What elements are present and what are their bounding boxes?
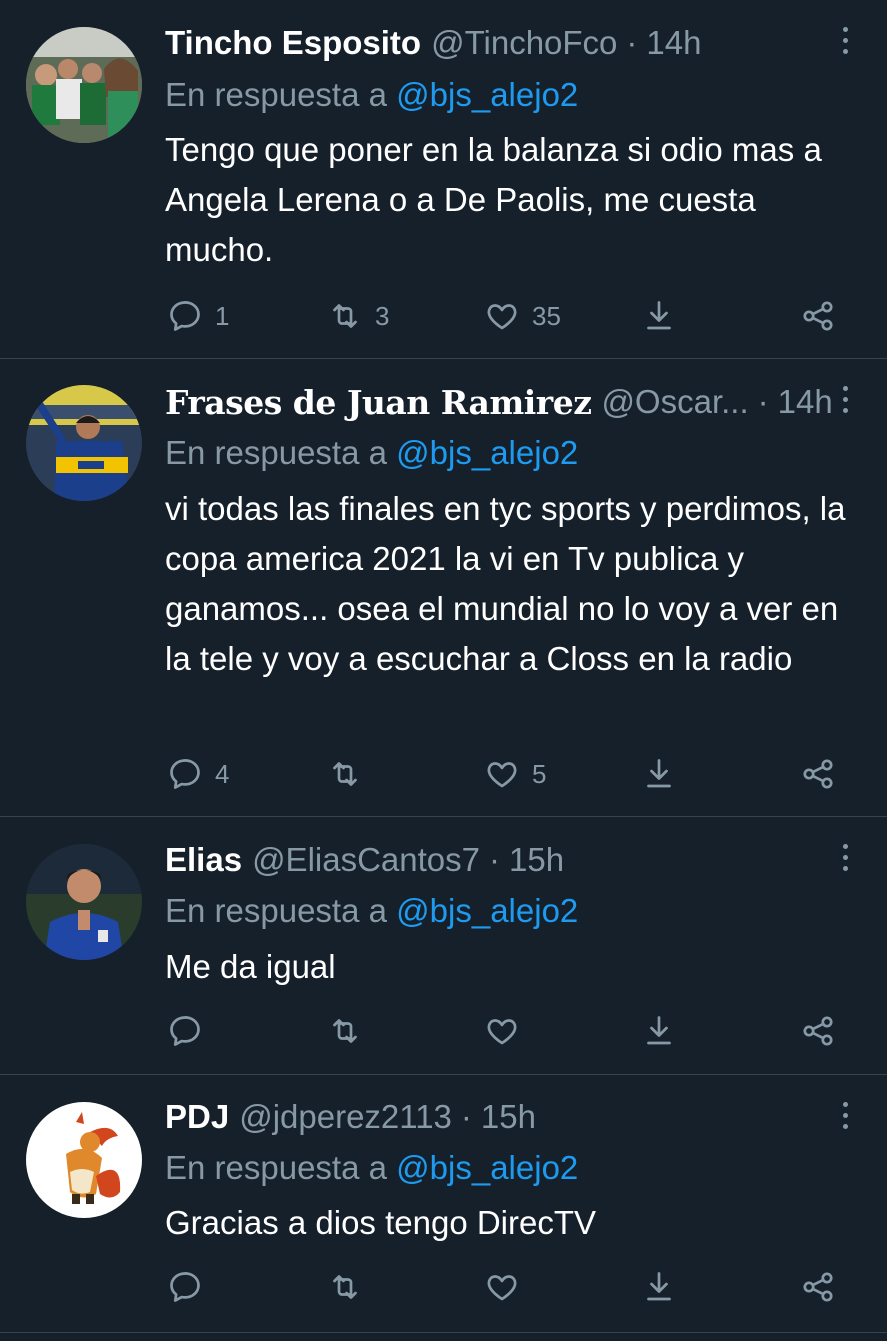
avatar[interactable] [26,27,142,143]
action-bar [0,1011,887,1051]
mention-link[interactable]: @bjs_alejo2 [396,434,578,471]
tweet-text: Me da igual [165,948,336,985]
user-handle[interactable]: @TinchoFco [431,24,617,62]
reply-button[interactable]: 4 [167,754,229,794]
reply-prefix: En respuesta a [165,1149,387,1186]
tweet-text: Tengo que poner en la balanza si odio ma… [165,131,822,268]
reply-button[interactable] [167,1011,203,1051]
mention-link[interactable]: @bjs_alejo2 [396,1149,578,1186]
tweet-header: PDJ @jdperez2113 · 15h [165,1092,831,1142]
more-vertical-icon[interactable] [833,379,857,419]
display-name[interactable]: Tincho Esposito [165,24,421,62]
tweet[interactable]: Frases de Juan Ramirez @Oscar... · 14h E… [0,359,887,817]
tweet-text: vi todas las finales en tyc sports y per… [165,490,846,677]
more-vertical-icon[interactable] [833,20,857,60]
like-button[interactable] [484,1267,520,1307]
tweet-header: Elias @EliasCantos7 · 15h [165,835,831,885]
download-arrow-icon [647,1272,671,1301]
reply-prefix: En respuesta a [165,892,387,929]
retweet-icon [333,304,357,328]
tweet-text: Gracias a dios tengo DirecTV [165,1204,597,1241]
retweet-button[interactable] [327,754,375,794]
like-count: 5 [532,758,547,789]
tweet[interactable]: Elias @EliasCantos7 · 15h En respuesta a… [0,817,887,1075]
mention-link[interactable]: @bjs_alejo2 [396,76,578,113]
reply-prefix: En respuesta a [165,434,387,471]
speech-bubble-icon [170,1016,200,1046]
tweet[interactable]: PDJ @jdperez2113 · 15h En respuesta a @b… [0,1075,887,1333]
retweet-button[interactable] [327,1267,363,1307]
download-arrow-icon [647,1016,671,1045]
user-handle[interactable]: @EliasCantos7 [252,841,480,879]
like-count: 35 [532,300,561,331]
download-arrow-icon [647,759,671,788]
speech-bubble-icon [170,301,200,331]
share-icon [803,301,833,331]
display-name[interactable]: Elias [165,841,242,879]
share-icon [803,759,833,789]
separator: · [460,1098,472,1135]
user-handle[interactable]: @Oscar... [601,383,748,421]
avatar[interactable] [26,1102,142,1218]
share-button[interactable] [641,754,677,794]
reply-button[interactable]: 1 [167,296,229,336]
like-button[interactable]: 35 [484,296,561,336]
share-network-button[interactable] [800,754,836,794]
share-button[interactable] [641,1011,677,1051]
timestamp[interactable]: 15h [509,841,564,879]
speech-bubble-icon [170,759,200,789]
heart-icon [487,1275,517,1301]
separator: · [757,383,769,420]
like-button[interactable]: 5 [484,754,546,794]
share-button[interactable] [641,296,677,336]
heart-icon [487,1019,517,1045]
download-arrow-icon [647,301,671,330]
user-handle[interactable]: @jdperez2113 [239,1098,452,1136]
heart-icon [487,762,517,788]
reply-context: En respuesta a @bjs_alejo2 [165,434,578,472]
separator: · [626,24,638,61]
reply-count: 1 [215,300,230,331]
reply-prefix: En respuesta a [165,76,387,113]
display-name[interactable]: Frases de Juan Ramirez [165,383,592,422]
more-vertical-icon[interactable] [833,837,857,877]
tweet-header: Frases de Juan Ramirez @Oscar... · 14h [165,377,831,427]
heart-icon [487,304,517,330]
share-button[interactable] [641,1267,677,1307]
share-icon [803,1016,833,1046]
tweet-header: Tincho Esposito @TinchoFco · 14h [165,18,831,68]
action-bar: 1 3 35 [0,296,887,336]
share-icon [803,1272,833,1302]
timestamp[interactable]: 15h [481,1098,536,1136]
retweet-icon [333,1019,357,1043]
display-name[interactable]: PDJ [165,1098,229,1136]
avatar[interactable] [26,844,142,960]
separator: · [489,841,501,878]
timestamp[interactable]: 14h [778,383,831,421]
share-network-button[interactable] [800,296,836,336]
retweet-icon [333,762,357,786]
reply-context: En respuesta a @bjs_alejo2 [165,1149,578,1187]
retweet-icon [333,1275,357,1299]
share-network-button[interactable] [800,1011,836,1051]
reply-context: En respuesta a @bjs_alejo2 [165,892,578,930]
retweet-button[interactable]: 3 [327,296,389,336]
like-button[interactable] [484,1011,520,1051]
more-vertical-icon[interactable] [833,1095,857,1135]
speech-bubble-icon [170,1272,200,1302]
action-bar: 4 5 [0,754,887,794]
avatar[interactable] [26,385,142,501]
reply-count: 4 [215,758,230,789]
mention-link[interactable]: @bjs_alejo2 [396,892,578,929]
tweet[interactable]: Tincho Esposito @TinchoFco · 14h En resp… [0,0,887,359]
retweet-button[interactable] [327,1011,363,1051]
reply-button[interactable] [167,1267,203,1307]
timestamp[interactable]: 14h [646,24,701,62]
share-network-button[interactable] [800,1267,836,1307]
reply-context: En respuesta a @bjs_alejo2 [165,76,578,114]
retweet-count: 3 [375,300,390,331]
action-bar [0,1267,887,1307]
